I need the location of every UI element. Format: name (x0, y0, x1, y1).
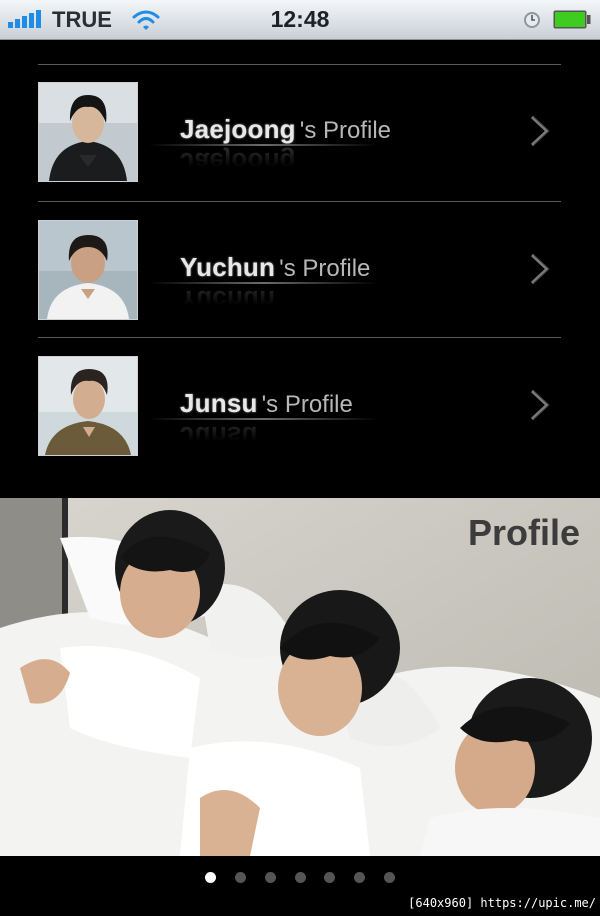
avatar-junsu (38, 356, 138, 456)
watermark-text: [640x960] https://upic.me/ (408, 896, 596, 910)
page-dot[interactable] (295, 872, 306, 883)
profile-list: Jaejoong's Profile Jaejoong Yuchun's Pro… (0, 40, 600, 498)
label-reflection: Junsu (180, 420, 258, 451)
avatar-jaejoong (38, 82, 138, 182)
label-reflection: Yuchun (180, 284, 275, 315)
profile-name: Junsu (180, 388, 258, 418)
profile-name: Yuchun (180, 252, 276, 282)
profile-name: Jaejoong (180, 114, 296, 144)
profile-suffix: 's Profile (261, 391, 353, 418)
battery-icon (553, 10, 591, 29)
profile-row-jaejoong[interactable]: Jaejoong's Profile Jaejoong (38, 40, 561, 182)
profile-label: Yuchun's Profile (180, 252, 370, 283)
profile-name-reflection: Jaejoong (180, 147, 296, 177)
chevron-right-icon[interactable] (528, 388, 552, 422)
label-underline-glow (148, 282, 378, 284)
profile-name-reflection: Junsu (180, 421, 258, 451)
profile-suffix: 's Profile (279, 255, 371, 282)
banner-title: Profile (467, 512, 580, 553)
profile-suffix: 's Profile (299, 117, 392, 144)
profile-name-reflection: Yuchun (180, 285, 276, 315)
page-indicator[interactable]: [640x960] https://upic.me/ (0, 856, 600, 916)
label-reflection: Jaejoong (180, 146, 296, 177)
page-dot-active[interactable] (205, 872, 216, 883)
profile-label: Jaejoong's Profile (180, 114, 391, 145)
page-dot[interactable] (324, 872, 335, 883)
profile-banner-photo[interactable]: Profile (0, 498, 600, 856)
alarm-clock-icon (524, 12, 540, 28)
label-underline-glow (148, 144, 378, 146)
avatar-yuchun (38, 220, 138, 320)
status-bar: TRUE 12:48 (0, 0, 600, 40)
chevron-right-icon[interactable] (528, 114, 552, 148)
page-dot[interactable] (265, 872, 276, 883)
label-underline-glow (148, 418, 378, 420)
profile-label: Junsu's Profile (180, 388, 353, 419)
page-dot[interactable] (384, 872, 395, 883)
chevron-right-icon[interactable] (528, 252, 552, 286)
page-dot[interactable] (235, 872, 246, 883)
status-time: 12:48 (270, 6, 330, 32)
profile-row-yuchun[interactable]: Yuchun's Profile Yuchun (38, 178, 561, 320)
page-dot[interactable] (354, 872, 365, 883)
profile-row-junsu[interactable]: Junsu's Profile Junsu (38, 314, 561, 456)
